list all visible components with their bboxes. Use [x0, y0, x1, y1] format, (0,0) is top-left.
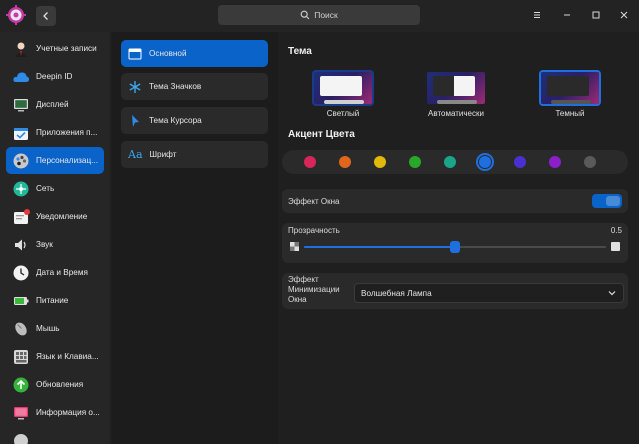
chevron-down-icon — [608, 291, 616, 296]
font-icon: Aa — [128, 148, 143, 161]
back-button[interactable] — [36, 6, 56, 26]
sidebar: Учетные записи Deepin ID Дисплей Приложе… — [0, 32, 110, 444]
more-icon — [12, 432, 30, 444]
subnav-item-icon-theme[interactable]: Тема Значков — [121, 73, 268, 100]
sidebar-item-network[interactable]: Сеть — [6, 175, 104, 202]
accent-color-dot[interactable] — [479, 156, 491, 168]
keyboard-icon — [12, 348, 30, 366]
notification-icon — [12, 208, 30, 226]
sidebar-item-accounts[interactable]: Учетные записи — [6, 35, 104, 62]
close-icon — [620, 11, 628, 19]
accounts-icon — [12, 40, 30, 58]
sidebar-item-personalization[interactable]: Персонализац... — [6, 147, 104, 174]
power-icon — [12, 292, 30, 310]
theme-option-auto[interactable]: Автоматически — [425, 70, 487, 118]
accent-color-dot[interactable] — [584, 156, 596, 168]
main-content: Тема Светлый Автоматически Темный Акцент… — [280, 32, 639, 444]
search-icon — [300, 10, 310, 20]
transparency-label: Прозрачность — [288, 226, 340, 235]
accent-color-picker — [282, 150, 628, 174]
transparency-value: 0.5 — [610, 226, 622, 235]
menu-icon — [534, 12, 540, 18]
sidebar-item-mouse[interactable]: Мышь — [6, 315, 104, 342]
slider-thumb[interactable] — [450, 241, 460, 253]
app-gear-icon — [6, 5, 26, 25]
mouse-icon — [12, 320, 30, 338]
theme-thumb-light — [312, 70, 374, 106]
personalization-icon — [12, 152, 30, 170]
sidebar-item-more[interactable] — [6, 427, 104, 444]
back-arrow-icon — [43, 12, 48, 20]
accent-title: Акцент Цвета — [288, 129, 355, 140]
sidebar-item-notification[interactable]: Уведомление — [6, 203, 104, 230]
subnav-item-font[interactable]: Aa Шрифт — [121, 141, 268, 168]
sidebar-item-updates[interactable]: Обновления — [6, 371, 104, 398]
minimize-effect-row: Эффект Минимизации Окна Волшебная Лампа — [282, 273, 628, 309]
accent-color-dot[interactable] — [514, 156, 526, 168]
theme-thumb-auto — [425, 70, 487, 106]
sidebar-item-keyboard[interactable]: Язык и Клавиа... — [6, 343, 104, 370]
theme-option-dark[interactable]: Темный — [539, 70, 601, 118]
sidebar-item-display[interactable]: Дисплей — [6, 91, 104, 118]
sound-icon — [12, 236, 30, 254]
maximize-button[interactable] — [589, 8, 603, 22]
accent-color-dot[interactable] — [304, 156, 316, 168]
close-button[interactable] — [617, 8, 631, 22]
display-icon — [12, 96, 30, 114]
sidebar-item-info[interactable]: Информация о... — [6, 399, 104, 426]
theme-thumb-dark — [539, 70, 601, 106]
search-placeholder: Поиск — [314, 10, 338, 20]
maximize-icon — [592, 11, 600, 19]
accent-color-dot[interactable] — [549, 156, 561, 168]
title-bar: Поиск — [0, 0, 639, 32]
minimize-icon — [564, 14, 570, 16]
window-icon — [128, 48, 142, 59]
sidebar-item-datetime[interactable]: Дата и Время — [6, 259, 104, 286]
sidebar-item-default-apps[interactable]: Приложения п... — [6, 119, 104, 146]
snowflake-icon — [129, 80, 141, 93]
subnav-item-cursor-theme[interactable]: Тема Курсора — [121, 107, 268, 134]
accent-color-dot[interactable] — [339, 156, 351, 168]
cursor-icon — [132, 114, 139, 127]
window-effect-label: Эффект Окна — [288, 197, 340, 206]
accent-color-dot[interactable] — [374, 156, 386, 168]
search-input[interactable]: Поиск — [218, 5, 420, 25]
slider-fill — [304, 246, 455, 248]
transparency-slider[interactable] — [304, 241, 606, 253]
default-apps-icon — [12, 124, 30, 142]
info-icon — [12, 404, 30, 422]
sidebar-item-deepin-id[interactable]: Deepin ID — [6, 63, 104, 90]
accent-color-dot[interactable] — [409, 156, 421, 168]
clock-icon — [12, 264, 30, 282]
window-effect-row: Эффект Окна — [282, 189, 628, 213]
transparency-row: Прозрачность 0.5 — [282, 223, 628, 263]
menu-button[interactable] — [530, 8, 544, 22]
update-icon — [12, 376, 30, 394]
subnav: Основной Тема Значков Тема Курсора Aa Шр… — [112, 32, 278, 444]
sidebar-item-power[interactable]: Питание — [6, 287, 104, 314]
accent-color-dot[interactable] — [444, 156, 456, 168]
network-icon — [12, 180, 30, 198]
transparency-low-icon — [290, 242, 299, 251]
minimize-button[interactable] — [560, 8, 574, 22]
theme-option-light[interactable]: Светлый — [312, 70, 374, 118]
subnav-item-general[interactable]: Основной — [121, 40, 268, 67]
window-effect-toggle[interactable] — [592, 194, 622, 208]
cloud-icon — [12, 68, 30, 86]
sidebar-item-sound[interactable]: Звук — [6, 231, 104, 258]
theme-title: Тема — [288, 46, 312, 57]
minimize-effect-label: Эффект Минимизации Окна — [288, 275, 340, 304]
minimize-effect-select[interactable]: Волшебная Лампа — [354, 283, 624, 303]
transparency-high-icon — [611, 242, 620, 251]
